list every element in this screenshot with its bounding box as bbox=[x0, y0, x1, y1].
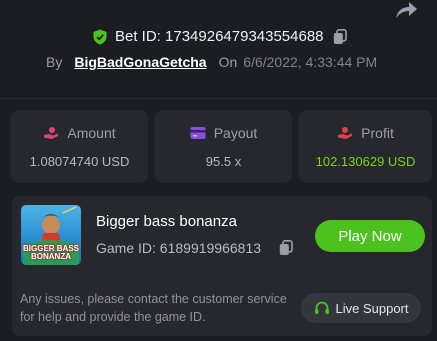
username-link[interactable]: BigBadGonaGetcha bbox=[74, 54, 206, 70]
amount-label-row: Amount bbox=[11, 125, 148, 141]
game-panel: BIGGER BASS BONANZA Bigger bass bonanza … bbox=[12, 196, 432, 336]
payout-label-row: Payout bbox=[155, 125, 292, 141]
payout-label: Payout bbox=[213, 125, 258, 141]
verified-shield-icon bbox=[93, 29, 107, 44]
share-icon[interactable] bbox=[392, 0, 418, 20]
profit-hand-icon bbox=[338, 127, 353, 139]
amount-label: Amount bbox=[67, 125, 116, 141]
amount-value: 1.08074740 USD bbox=[29, 154, 130, 169]
game-thumbnail-title: BIGGER BASS BONANZA bbox=[23, 244, 80, 261]
on-label: On bbox=[218, 54, 238, 70]
copy-game-id-icon[interactable] bbox=[279, 240, 293, 256]
game-id-row: Game ID: 6189919966813 bbox=[96, 240, 293, 256]
headset-icon bbox=[314, 301, 329, 314]
game-thumbnail[interactable]: BIGGER BASS BONANZA bbox=[21, 205, 81, 265]
live-support-button[interactable]: Live Support bbox=[301, 293, 421, 323]
payout-value: 95.5 x bbox=[205, 154, 242, 169]
bet-author-row: By BigBadGonaGetcha On 6/6/2022, 4:33:44… bbox=[46, 54, 377, 70]
support-hint-text: Any issues, please contact the customer … bbox=[20, 292, 287, 324]
profit-value: 102.130629 USD bbox=[315, 154, 416, 169]
by-label: By bbox=[46, 54, 63, 70]
money-hand-icon bbox=[44, 127, 59, 139]
game-id-label: Game ID: 6189919966813 bbox=[96, 240, 262, 256]
bet-id-row: Bet ID: 1734926479343554688 bbox=[92, 28, 347, 45]
game-name: Bigger bass bonanza bbox=[96, 213, 237, 230]
copy-icon[interactable] bbox=[333, 28, 347, 45]
profit-card: Profit 102.130629 USD bbox=[299, 110, 432, 183]
payout-card: Payout 95.5 x bbox=[155, 110, 292, 183]
profit-label-row: Profit bbox=[299, 125, 432, 141]
profit-label: Profit bbox=[361, 125, 394, 141]
bet-timestamp: 6/6/2022, 4:33:44 PM bbox=[243, 54, 378, 70]
amount-card: Amount 1.08074740 USD bbox=[11, 110, 148, 183]
live-support-label: Live Support bbox=[335, 300, 409, 316]
divider bbox=[0, 98, 437, 99]
bet-id-label: Bet ID: 1734926479343554688 bbox=[115, 28, 324, 45]
play-now-button[interactable]: Play Now bbox=[315, 220, 425, 252]
card-icon bbox=[190, 127, 206, 139]
